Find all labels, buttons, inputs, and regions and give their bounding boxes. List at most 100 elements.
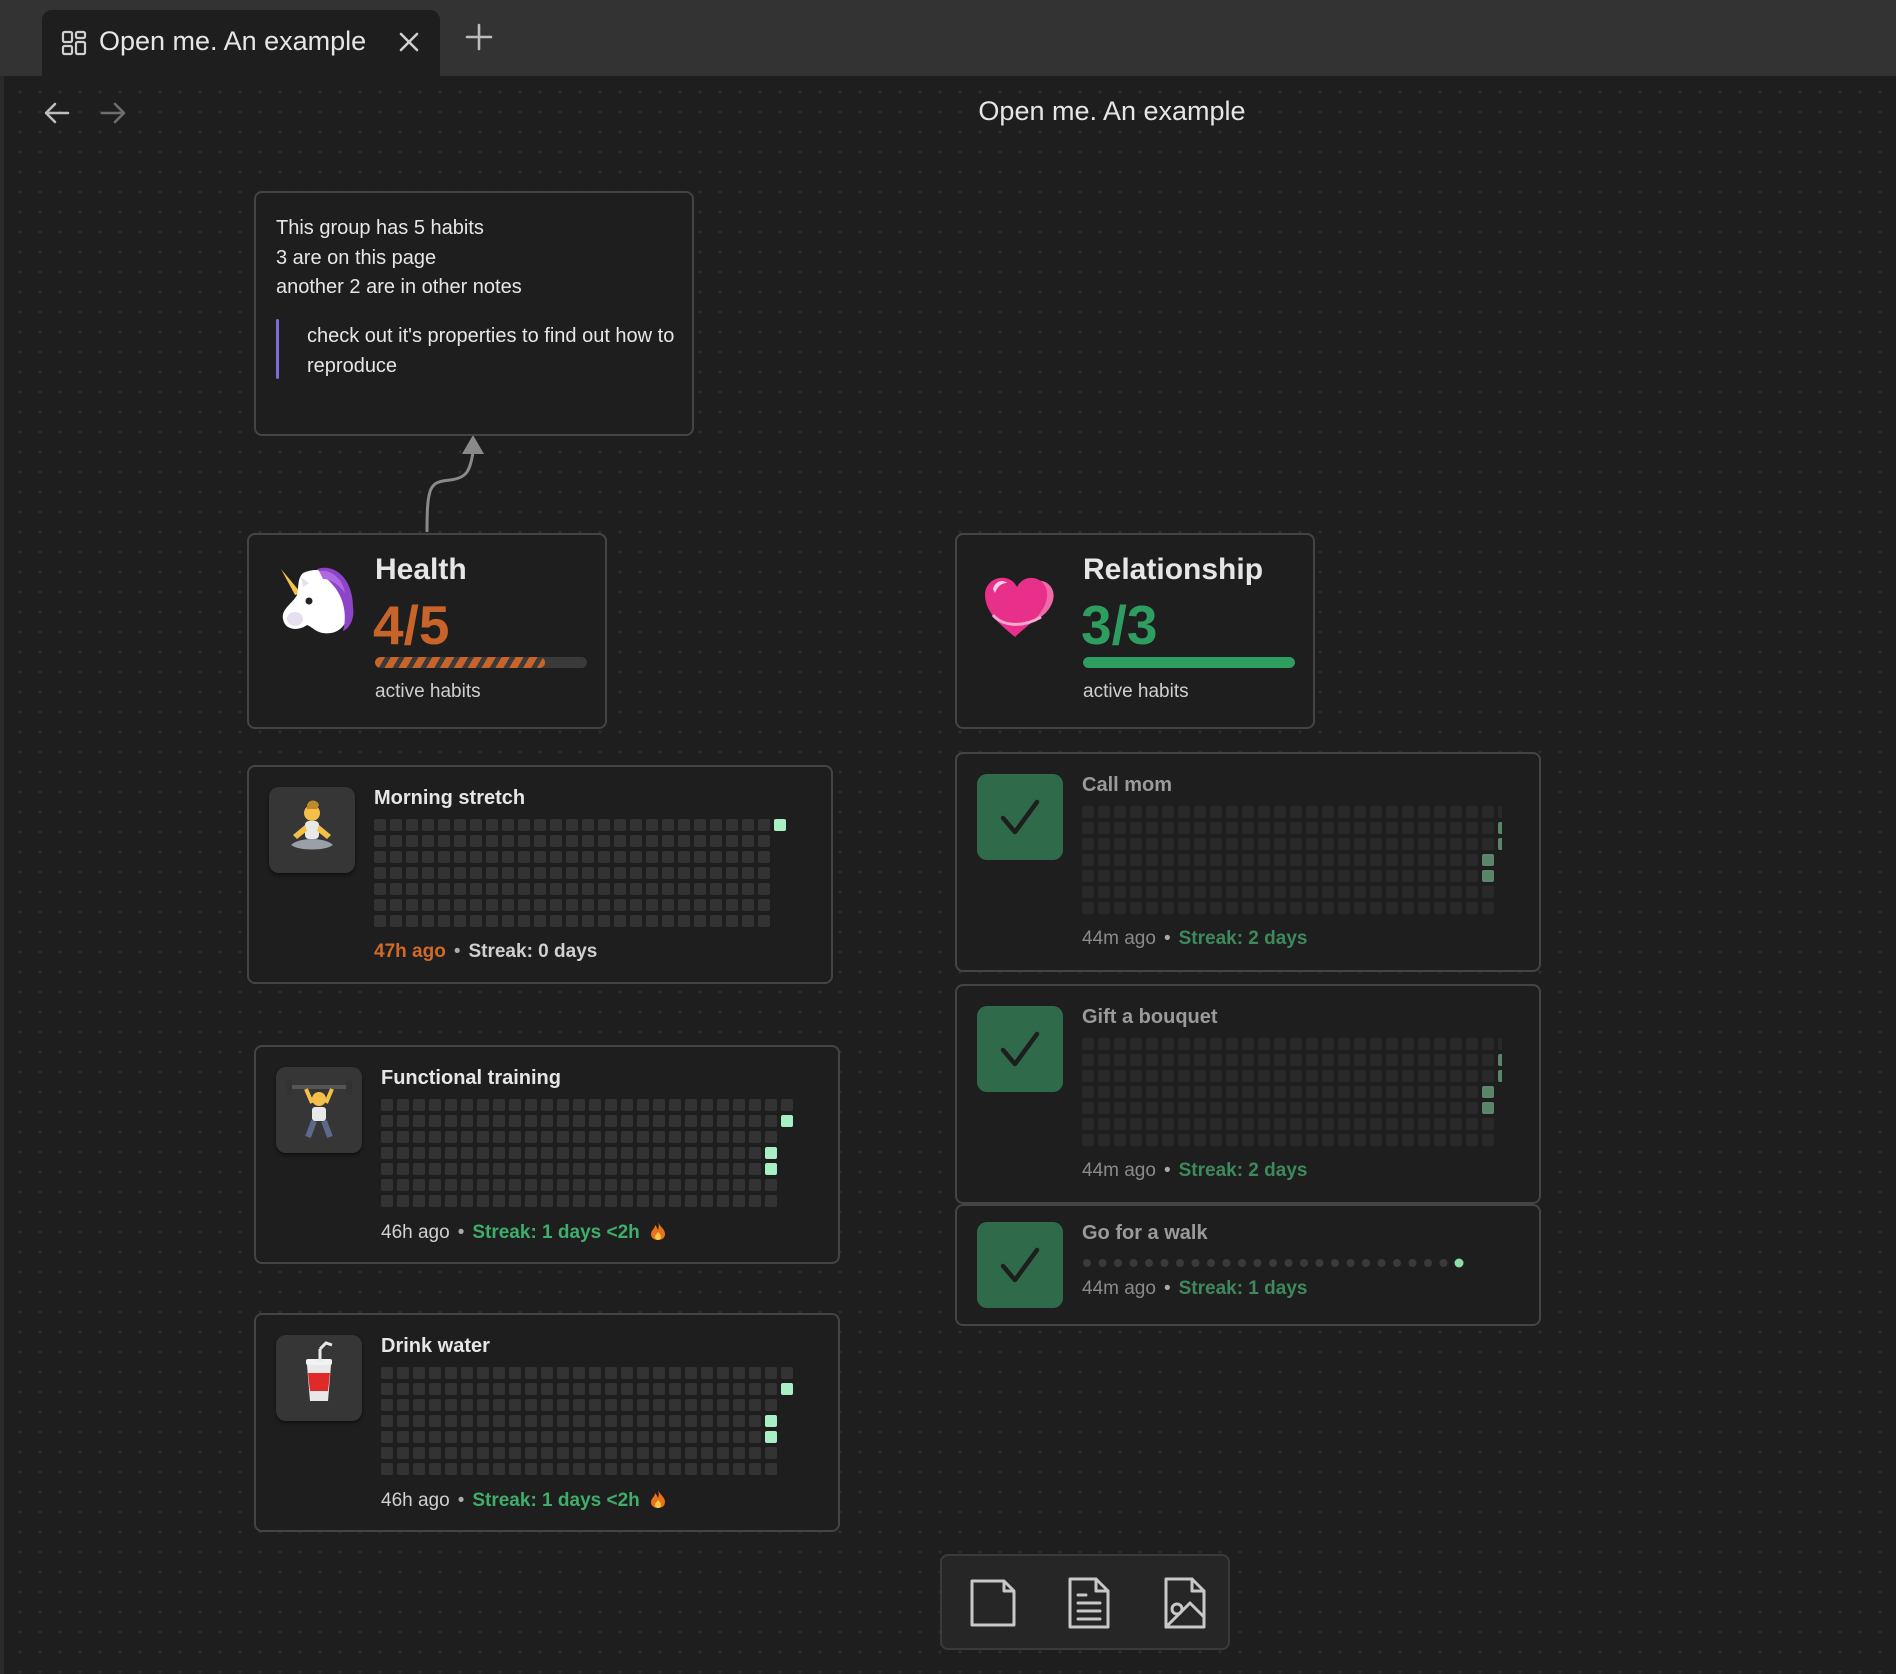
heatmap-cell <box>589 1383 601 1395</box>
separator: • <box>1163 1278 1171 1299</box>
heatmap-cell <box>1402 902 1414 914</box>
heatmap-cell <box>445 1463 457 1475</box>
heatmap-cell <box>614 819 626 831</box>
heatmap-cell <box>518 835 530 847</box>
heatmap-cell <box>1114 1086 1126 1098</box>
day-dot <box>1331 1259 1339 1267</box>
heatmap-cell <box>1434 822 1446 834</box>
heatmap-cell <box>1434 1134 1446 1146</box>
plus-icon[interactable] <box>464 22 494 52</box>
heatmap-cell <box>1290 1134 1302 1146</box>
heatmap-cell <box>390 835 402 847</box>
heatmap-cell <box>1402 1134 1414 1146</box>
heatmap-cell <box>1226 1054 1238 1066</box>
group-subtitle: active habits <box>375 681 481 702</box>
group-card-relationship[interactable]: Relationship 3/3 active habits <box>955 533 1315 729</box>
heatmap-cell <box>1450 870 1462 882</box>
habit-done-button[interactable] <box>977 1222 1063 1308</box>
heatmap-cell <box>1226 1118 1238 1130</box>
add-media-icon[interactable] <box>1154 1573 1214 1633</box>
habit-icon-button[interactable] <box>276 1335 362 1421</box>
heatmap-cell <box>429 1195 441 1207</box>
heatmap-cell <box>390 899 402 911</box>
new-note-icon[interactable] <box>1058 1573 1118 1633</box>
day-dot <box>1083 1259 1091 1267</box>
heatmap-cell <box>1242 1102 1254 1114</box>
heatmap-cell <box>573 1447 585 1459</box>
habit-card-go-walk[interactable]: Go for a walk 44m ago • Streak: 1 days <box>955 1204 1541 1326</box>
heatmap-cell <box>557 1447 569 1459</box>
heatmap-cell <box>1290 806 1302 818</box>
habit-done-button[interactable] <box>977 774 1063 860</box>
heatmap-cell <box>493 1195 505 1207</box>
new-card-icon[interactable] <box>962 1573 1022 1633</box>
heatmap-cell <box>701 1195 713 1207</box>
heatmap-cell <box>509 1431 521 1443</box>
heatmap-cell <box>1194 838 1206 850</box>
heatmap-cell <box>630 899 642 911</box>
heatmap-cell <box>1082 870 1094 882</box>
heatmap-cell <box>566 883 578 895</box>
group-card-health[interactable]: Health 4/5 active habits <box>247 533 607 729</box>
heatmap-cell <box>1354 822 1366 834</box>
heatmap-cell <box>1274 1134 1286 1146</box>
habit-done-button[interactable] <box>977 1006 1063 1092</box>
heatmap-cell <box>1498 1054 1502 1066</box>
heatmap-cell <box>1354 902 1366 914</box>
habit-card-morning-stretch[interactable]: Morning stretch 47h ago • Streak: 0 days <box>247 765 833 984</box>
habit-card-functional-training[interactable]: Functional training 46h ago • Streak: 1 da… <box>254 1045 840 1264</box>
heatmap-cell <box>1386 886 1398 898</box>
heatmap-cell <box>557 1147 569 1159</box>
close-icon[interactable] <box>395 28 423 56</box>
heatmap-cell <box>1258 886 1270 898</box>
heatmap-cell <box>470 851 482 863</box>
heatmap-cell <box>1322 822 1334 834</box>
heatmap-cell <box>662 915 674 927</box>
habit-icon-button[interactable] <box>276 1067 362 1153</box>
heatmap-cell <box>534 899 546 911</box>
heatmap-cell <box>630 883 642 895</box>
habit-card-drink-water[interactable]: Drink water 46h ago • Streak: 1 days <2h <box>254 1313 840 1532</box>
heatmap-cell <box>646 835 658 847</box>
heatmap-cell <box>621 1131 633 1143</box>
heatmap-cell <box>701 1399 713 1411</box>
heatmap-cell <box>710 899 722 911</box>
heatmap-cell <box>669 1415 681 1427</box>
heatmap-cell <box>646 819 658 831</box>
heatmap-cell <box>390 819 402 831</box>
habit-icon-button[interactable] <box>269 787 355 873</box>
heatmap-cell <box>1226 902 1238 914</box>
tab-bar: Open me. An example <box>0 0 1896 76</box>
heatmap-cell <box>637 1179 649 1191</box>
heatmap-cell <box>557 1383 569 1395</box>
heatmap-cell <box>1354 1118 1366 1130</box>
heatmap-cell <box>1242 838 1254 850</box>
heatmap-cell <box>381 1383 393 1395</box>
heatmap-cell <box>461 1131 473 1143</box>
heatmap-cell <box>477 1179 489 1191</box>
note-card[interactable]: This group has 5 habits 3 are on this pa… <box>254 191 694 436</box>
heatmap-cell <box>1354 1134 1366 1146</box>
heatmap-cell <box>509 1195 521 1207</box>
canvas-edge[interactable] <box>400 430 500 540</box>
heatmap-cell <box>413 1431 425 1443</box>
heatmap-cell <box>605 1415 617 1427</box>
heatmap-cell <box>742 883 754 895</box>
habit-card-call-mom[interactable]: Call mom 44m ago • Streak: 2 days <box>955 752 1541 972</box>
heatmap-cell <box>1162 1070 1174 1082</box>
heatmap-cell <box>486 915 498 927</box>
tab-canvas[interactable]: Open me. An example <box>42 10 440 76</box>
heatmap-cell <box>1482 1038 1494 1050</box>
last-done: 47h ago <box>374 941 446 962</box>
heatmap-cell <box>541 1131 553 1143</box>
habit-card-gift-bouquet[interactable]: Gift a bouquet 44m ago • Streak: 2 days <box>955 984 1541 1204</box>
heatmap-cell <box>653 1147 665 1159</box>
heatmap-cell <box>438 835 450 847</box>
heatmap-cell <box>1226 870 1238 882</box>
heatmap-cell <box>1386 806 1398 818</box>
heatmap-cell <box>1482 1070 1494 1082</box>
heatmap-cell <box>1402 1102 1414 1114</box>
heatmap-cell <box>477 1163 489 1175</box>
heatmap-cell <box>413 1195 425 1207</box>
heatmap-cell <box>525 1431 537 1443</box>
